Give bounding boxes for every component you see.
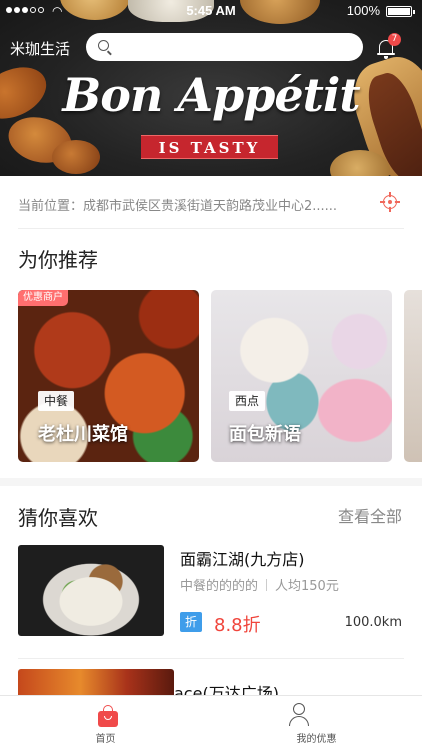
hero-banner[interactable]: ◠ 5:45 AM 100% 米珈生活 7 Bon Appétit IS TAS… — [0, 0, 422, 176]
battery-icon — [386, 6, 415, 17]
notification-badge: 7 — [388, 33, 401, 46]
discount-badge: 折 — [180, 612, 202, 632]
restaurant-meta: 中餐的的的的 人均150元 — [180, 575, 339, 594]
discount-value: 8.8折 — [214, 615, 261, 636]
divider — [18, 658, 404, 659]
average-price: 人均150元 — [275, 579, 339, 594]
banner-tagline: IS TASTY — [141, 135, 278, 159]
tab-home-label: 首页 — [95, 734, 116, 745]
meta-separator — [266, 579, 268, 591]
distance-value: 100.0km — [344, 615, 402, 630]
battery-percent: 100% — [346, 3, 380, 18]
tab-my-offers[interactable]: 我的优惠 — [211, 696, 422, 750]
search-input[interactable] — [116, 36, 351, 58]
section-title-guess: 猜你喜欢 — [18, 506, 98, 530]
city-selector[interactable]: 米珈生活 — [10, 38, 70, 59]
restaurant-category: 中餐的的的的 — [180, 579, 259, 594]
recommend-card-partial[interactable] — [404, 290, 422, 462]
user-icon — [288, 703, 310, 727]
divider — [18, 228, 404, 229]
restaurant-name: 面霸江湖(九方店) — [180, 550, 305, 569]
tab-my-offers-label: 我的优惠 — [296, 734, 337, 745]
search-icon — [98, 40, 109, 51]
current-location-row[interactable]: 当前位置：成都市武侯区贵溪街道天韵路茂业中心2...... — [18, 188, 404, 218]
banner-headline: Bon Appétit — [62, 68, 360, 122]
promo-merchant-tag: 优惠商户 — [18, 290, 68, 306]
restaurant-thumbnail[interactable] — [18, 669, 174, 695]
recommend-card[interactable]: 西点 面包新语 — [211, 290, 392, 462]
recommend-card[interactable]: 优惠商户 中餐 老杜川菜馆 — [18, 290, 199, 462]
food-chicken-wing-image — [52, 140, 100, 174]
locate-icon[interactable] — [380, 192, 400, 212]
section-divider — [0, 478, 422, 486]
status-bar: ◠ 5:45 AM 100% — [0, 0, 422, 22]
search-bar[interactable] — [86, 33, 363, 61]
category-tag: 西点 — [229, 391, 266, 411]
restaurant-name: 老杜川菜馆 — [38, 424, 128, 445]
see-all-link[interactable]: 查看全部 — [338, 503, 402, 527]
recommend-carousel[interactable]: 优惠商户 中餐 老杜川菜馆 西点 面包新语 — [18, 290, 422, 462]
section-title-recommend: 为你推荐 — [18, 248, 98, 272]
list-item[interactable]: 面霸江湖(九方店) 中餐的的的的 人均150元 折 8.8折 100.0km — [18, 545, 404, 637]
bottom-tab-bar: 首页 我的优惠 — [0, 695, 422, 750]
restaurant-name: 面包新语 — [229, 424, 301, 445]
category-tag: 中餐 — [38, 391, 75, 411]
current-location-text: 当前位置：成都市武侯区贵溪街道天韵路茂业中心2...... — [18, 199, 338, 214]
shopping-bag-icon — [97, 704, 119, 727]
restaurant-thumbnail — [18, 545, 164, 636]
tab-home[interactable]: 首页 — [0, 696, 211, 750]
